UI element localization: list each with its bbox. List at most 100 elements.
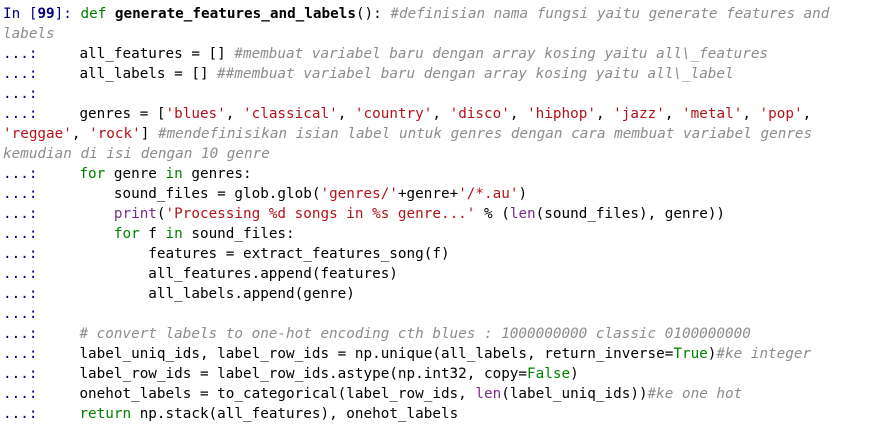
code-line: ...: genres = ['blues', 'classical', 'co…: [3, 104, 893, 124]
continuation-prompt: ...:: [3, 306, 38, 322]
prompt-close: ]:: [54, 6, 72, 22]
code-string: 'rock': [89, 126, 141, 142]
builtin-len: len: [475, 386, 502, 402]
input-prompt: In [99]:: [3, 6, 72, 22]
prompt-label: In [: [3, 6, 38, 22]
continuation-prompt: ...:: [3, 46, 38, 62]
code-text: np.stack(all_features), onehot_labels: [131, 406, 459, 422]
code-string: 'hiphop': [527, 106, 596, 122]
code-text: all_features.append(features): [148, 266, 398, 282]
code-string: 'metal': [682, 106, 743, 122]
builtin-len: len: [509, 206, 536, 222]
code-string: 'Processing %d songs in %s genre...': [165, 206, 476, 222]
code-line: ...: for f in sound_files:: [3, 224, 893, 244]
code-comment: ##membuat variabel baru dengan array kos…: [217, 66, 734, 82]
code-line: ...: print('Processing %d songs in %s ge…: [3, 204, 893, 224]
code-string: 'pop': [759, 106, 803, 122]
code-string: 'disco': [449, 106, 510, 122]
code-text: ():: [355, 6, 391, 22]
keyword-true: True: [673, 346, 708, 362]
code-text: features = extract_features_song(f): [148, 246, 450, 262]
code-line: kemudian di isi dengan 10 genre: [3, 144, 893, 164]
continuation-prompt: ...:: [3, 166, 38, 182]
code-text: ): [518, 186, 528, 202]
code-comment: labels: [3, 26, 55, 42]
code-text: sound_files:: [182, 226, 295, 242]
code-line: ...: sound_files = glob.glob('genres/'+g…: [3, 184, 893, 204]
code-text: label_uniq_ids, label_row_ids = np.uniqu…: [79, 346, 674, 362]
keyword-in: in: [165, 226, 183, 242]
code-text: (label_uniq_ids)): [501, 386, 648, 402]
code-text: ,: [225, 106, 243, 122]
code-line: ...:: [3, 84, 893, 104]
code-comment: # convert labels to one-hot encoding cth…: [79, 326, 751, 342]
code-cell[interactable]: In [99]: def generate_features_and_label…: [0, 0, 893, 424]
code-text: ,: [742, 106, 760, 122]
code-text: genres:: [182, 166, 252, 182]
code-text: all_labels.append(genre): [148, 286, 355, 302]
code-comment: #ke integer: [716, 346, 812, 362]
keyword-for: for: [113, 226, 140, 242]
keyword-def: def: [71, 6, 115, 22]
function-name: generate_features_and_labels: [114, 6, 356, 22]
code-string: 'jazz': [613, 106, 665, 122]
code-text: all_labels = []: [79, 66, 218, 82]
code-comment: #membuat variabel baru dengan array kosi…: [234, 46, 769, 62]
code-comment: #mendefinisikan isian label untuk genres…: [157, 126, 813, 142]
code-text: onehot_labels = to_categorical(label_row…: [79, 386, 476, 402]
code-text: f: [139, 226, 166, 242]
code-text: ,: [664, 106, 683, 122]
continuation-prompt: ...:: [3, 246, 38, 262]
code-line: ...: # convert labels to one-hot encodin…: [3, 324, 893, 344]
keyword-false: False: [527, 366, 571, 382]
continuation-prompt: ...:: [3, 326, 38, 342]
code-comment: #ke one hot: [647, 386, 743, 402]
code-line: ...: onehot_labels = to_categorical(labe…: [3, 384, 893, 404]
code-line: ...: return np.stack(all_features), oneh…: [3, 404, 893, 424]
code-line: ...:: [3, 304, 893, 324]
code-text: genres = [: [79, 106, 166, 122]
continuation-prompt: ...:: [3, 226, 38, 242]
code-text: (: [156, 206, 166, 222]
code-text: genre: [105, 166, 166, 182]
code-comment: kemudian di isi dengan 10 genre: [3, 146, 270, 162]
code-text: all_features = []: [79, 46, 235, 62]
code-line: 'reggae', 'rock'] #mendefinisikan isian …: [3, 124, 893, 144]
code-string: 'country': [354, 106, 433, 122]
keyword-in: in: [165, 166, 183, 182]
code-text: (sound_files), genre)): [535, 206, 726, 222]
continuation-prompt: ...:: [3, 86, 38, 102]
code-text: sound_files = glob.glob(: [113, 186, 321, 202]
continuation-prompt: ...:: [3, 386, 38, 402]
code-line: In [99]: def generate_features_and_label…: [3, 4, 893, 24]
code-string: 'classical': [243, 106, 338, 122]
code-text: +genre+: [397, 186, 459, 202]
code-string: 'genres/': [320, 186, 398, 202]
code-comment: #definisian nama fungsi yaitu generate f…: [390, 6, 830, 22]
code-text: ,: [432, 106, 450, 122]
code-line: ...: all_labels.append(genre): [3, 284, 893, 304]
code-text: ,: [595, 106, 614, 122]
code-line: ...: for genre in genres:: [3, 164, 893, 184]
continuation-prompt: ...:: [3, 366, 38, 382]
code-text: ,: [802, 106, 820, 122]
code-text: ,: [71, 126, 90, 142]
continuation-prompt: ...:: [3, 186, 38, 202]
keyword-for: for: [79, 166, 106, 182]
code-text: ): [570, 366, 579, 382]
code-string: 'reggae': [3, 126, 72, 142]
continuation-prompt: ...:: [3, 106, 38, 122]
code-line: ...: all_features = [] #membuat variabel…: [3, 44, 893, 64]
continuation-prompt: ...:: [3, 406, 38, 422]
code-string: '/*.au': [458, 186, 519, 202]
code-string: 'blues': [165, 106, 226, 122]
code-text: ]: [140, 126, 158, 142]
code-text: ,: [509, 106, 528, 122]
code-text: % (: [475, 206, 510, 222]
continuation-prompt: ...:: [3, 266, 38, 282]
code-text: label_row_ids = label_row_ids.astype(np.…: [79, 366, 528, 382]
code-line: ...: all_labels = [] ##membuat variabel …: [3, 64, 893, 84]
code-text: ,: [337, 106, 355, 122]
continuation-prompt: ...:: [3, 206, 38, 222]
continuation-prompt: ...:: [3, 66, 38, 82]
